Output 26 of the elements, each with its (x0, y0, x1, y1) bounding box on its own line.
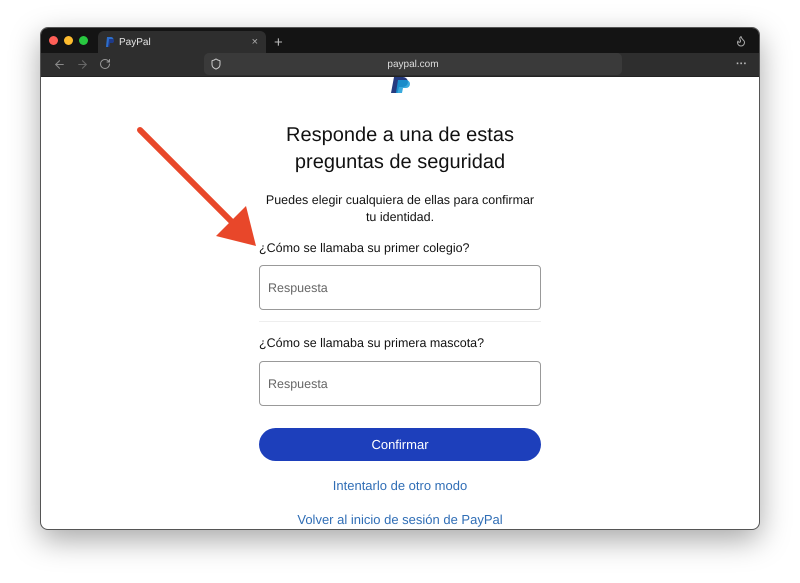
forward-icon[interactable] (76, 58, 89, 71)
text-link[interactable]: Intentarlo de otro modo (332, 476, 468, 496)
answer-field[interactable]: Respuesta (259, 265, 541, 310)
new-tab-button[interactable]: + (274, 35, 283, 50)
answer-field[interactable]: Respuesta (259, 361, 541, 406)
page-title: Responde a una de estas preguntas de seguridad (285, 122, 515, 174)
page-subtitle: Puedes elegir cualquiera de ellas para confirmar tu identidad. (264, 192, 536, 226)
address-bar[interactable]: paypal.com (204, 53, 622, 76)
shield-icon (210, 58, 222, 70)
flame-icon[interactable] (735, 35, 747, 47)
browser-tab[interactable]: PayPal × (98, 31, 266, 53)
confirm-button[interactable]: Confirmar (259, 428, 541, 461)
window-control[interactable] (49, 36, 58, 45)
menu-button[interactable]: ··· (736, 56, 747, 72)
url-text: paypal.com (386, 58, 440, 72)
tab-title: PayPal (119, 36, 152, 50)
back-icon[interactable] (53, 58, 66, 71)
tab-close-button[interactable]: × (252, 36, 258, 48)
paypal-logo-icon (106, 37, 114, 47)
window-control[interactable] (79, 36, 88, 45)
reload-icon[interactable] (99, 58, 111, 70)
window-control[interactable] (64, 36, 73, 45)
paypal-logo (390, 76, 412, 92)
question-label: ¿Cómo se llamaba su primer colegio? (259, 240, 471, 257)
question-label: ¿Cómo se llamaba su primera mascota? (259, 335, 486, 352)
text-link[interactable]: Volver al inicio de sesión de PayPal (297, 510, 503, 529)
